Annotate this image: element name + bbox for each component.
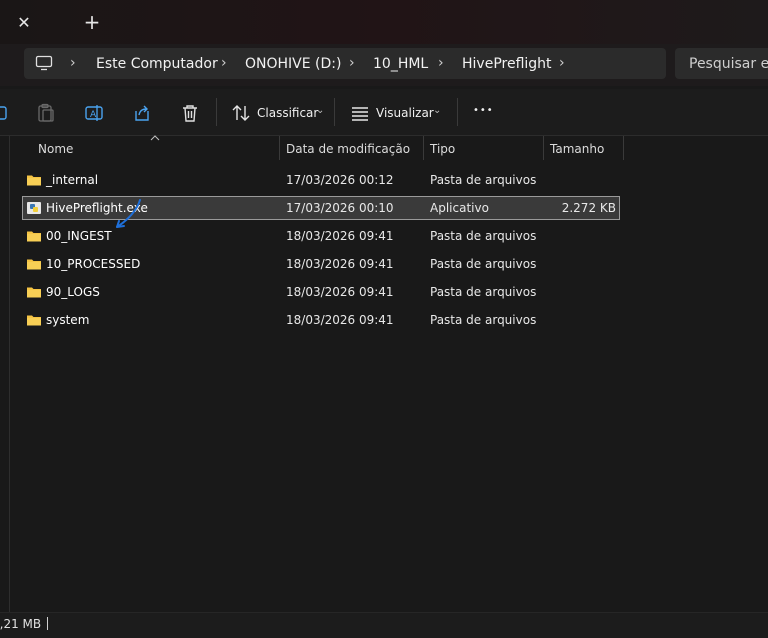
folder-icon: [27, 315, 41, 326]
tab-close-button[interactable]: ✕: [12, 10, 36, 34]
list-item[interactable]: system 18/03/2026 09:41 Pasta de arquivo…: [22, 308, 620, 332]
toolbar-separator: [334, 98, 335, 126]
column-header-type[interactable]: Tipo: [430, 142, 455, 156]
view-icon[interactable]: [348, 101, 372, 125]
breadcrumb-10-hml[interactable]: 10_HML: [373, 56, 428, 72]
breadcrumb-chevron-icon[interactable]: ›: [438, 55, 444, 71]
close-icon: ✕: [17, 12, 31, 32]
folder-icon: [27, 287, 41, 298]
title-bar: [0, 0, 768, 44]
navigation-pane-edge: [9, 136, 10, 612]
breadcrumb-chevron-icon[interactable]: ›: [349, 55, 355, 71]
file-name: 00_INGEST: [46, 229, 112, 243]
chevron-down-icon[interactable]: ⌄: [316, 105, 324, 116]
breadcrumb-chevron-icon[interactable]: ›: [559, 55, 565, 71]
file-type: Aplicativo: [430, 201, 489, 215]
file-modified: 18/03/2026 09:41: [286, 257, 394, 271]
delete-icon[interactable]: [178, 101, 202, 125]
breadcrumb-este-computador[interactable]: Este Computador: [96, 56, 218, 72]
toolbar-separator: [216, 98, 217, 126]
computer-icon[interactable]: [35, 55, 53, 71]
new-tab-button[interactable]: +: [80, 10, 104, 34]
file-modified: 18/03/2026 09:41: [286, 229, 394, 243]
list-item[interactable]: 90_LOGS 18/03/2026 09:41 Pasta de arquiv…: [22, 280, 620, 304]
file-modified: 18/03/2026 09:41: [286, 285, 394, 299]
breadcrumb-chevron-icon[interactable]: ›: [70, 55, 76, 71]
file-name: 90_LOGS: [46, 285, 100, 299]
chevron-down-icon[interactable]: ⌄: [433, 105, 441, 116]
breadcrumb-chevron-icon[interactable]: ›: [221, 55, 227, 71]
list-item[interactable]: 10_PROCESSED 18/03/2026 09:41 Pasta de a…: [22, 252, 620, 276]
file-type: Pasta de arquivos: [430, 285, 537, 299]
column-header-size[interactable]: Tamanho: [550, 142, 604, 156]
rename-icon[interactable]: A: [82, 101, 106, 125]
status-divider: [47, 617, 48, 630]
view-button[interactable]: Visualizar: [376, 106, 434, 120]
file-type: Pasta de arquivos: [430, 257, 537, 271]
file-modified: 17/03/2026 00:12: [286, 173, 394, 187]
more-options-button[interactable]: •••: [473, 105, 494, 116]
column-divider[interactable]: [543, 136, 544, 160]
file-size: 2.272 KB: [561, 201, 616, 215]
search-placeholder: Pesquisar em: [689, 56, 768, 72]
column-divider[interactable]: [423, 136, 424, 160]
file-name: _internal: [46, 173, 99, 187]
column-header-modified[interactable]: Data de modificação: [286, 142, 410, 156]
column-divider[interactable]: [279, 136, 280, 160]
sort-button[interactable]: Classificar: [257, 106, 318, 120]
sort-icon[interactable]: [229, 101, 253, 125]
selection-size-status: 2,21 MB: [0, 617, 42, 631]
copy-icon[interactable]: [0, 101, 12, 125]
list-item[interactable]: _internal 17/03/2026 00:12 Pasta de arqu…: [22, 168, 620, 192]
file-modified: 18/03/2026 09:41: [286, 313, 394, 327]
file-type: Pasta de arquivos: [430, 173, 537, 187]
sort-ascending-icon: [150, 135, 160, 141]
column-header-name[interactable]: Nome: [38, 142, 73, 156]
folder-icon: [27, 231, 41, 242]
paste-icon[interactable]: [34, 101, 58, 125]
plus-icon: +: [83, 10, 101, 34]
file-type: Pasta de arquivos: [430, 313, 537, 327]
file-modified: 17/03/2026 00:10: [286, 201, 394, 215]
file-type: Pasta de arquivos: [430, 229, 537, 243]
breadcrumb-drive[interactable]: ONOHIVE (D:): [245, 56, 341, 72]
python-exe-icon: [27, 202, 41, 214]
share-icon[interactable]: [130, 101, 154, 125]
breadcrumb-hivepreflight[interactable]: HivePreflight: [462, 56, 552, 72]
arrow-annotation-icon: [116, 199, 141, 228]
status-bar: [0, 612, 768, 638]
file-name: system: [46, 313, 90, 327]
toolbar-separator: [457, 98, 458, 126]
svg-text:A: A: [90, 110, 97, 120]
file-name: 10_PROCESSED: [46, 257, 141, 271]
folder-icon: [27, 259, 41, 270]
column-divider[interactable]: [623, 136, 624, 160]
folder-icon: [27, 175, 41, 186]
